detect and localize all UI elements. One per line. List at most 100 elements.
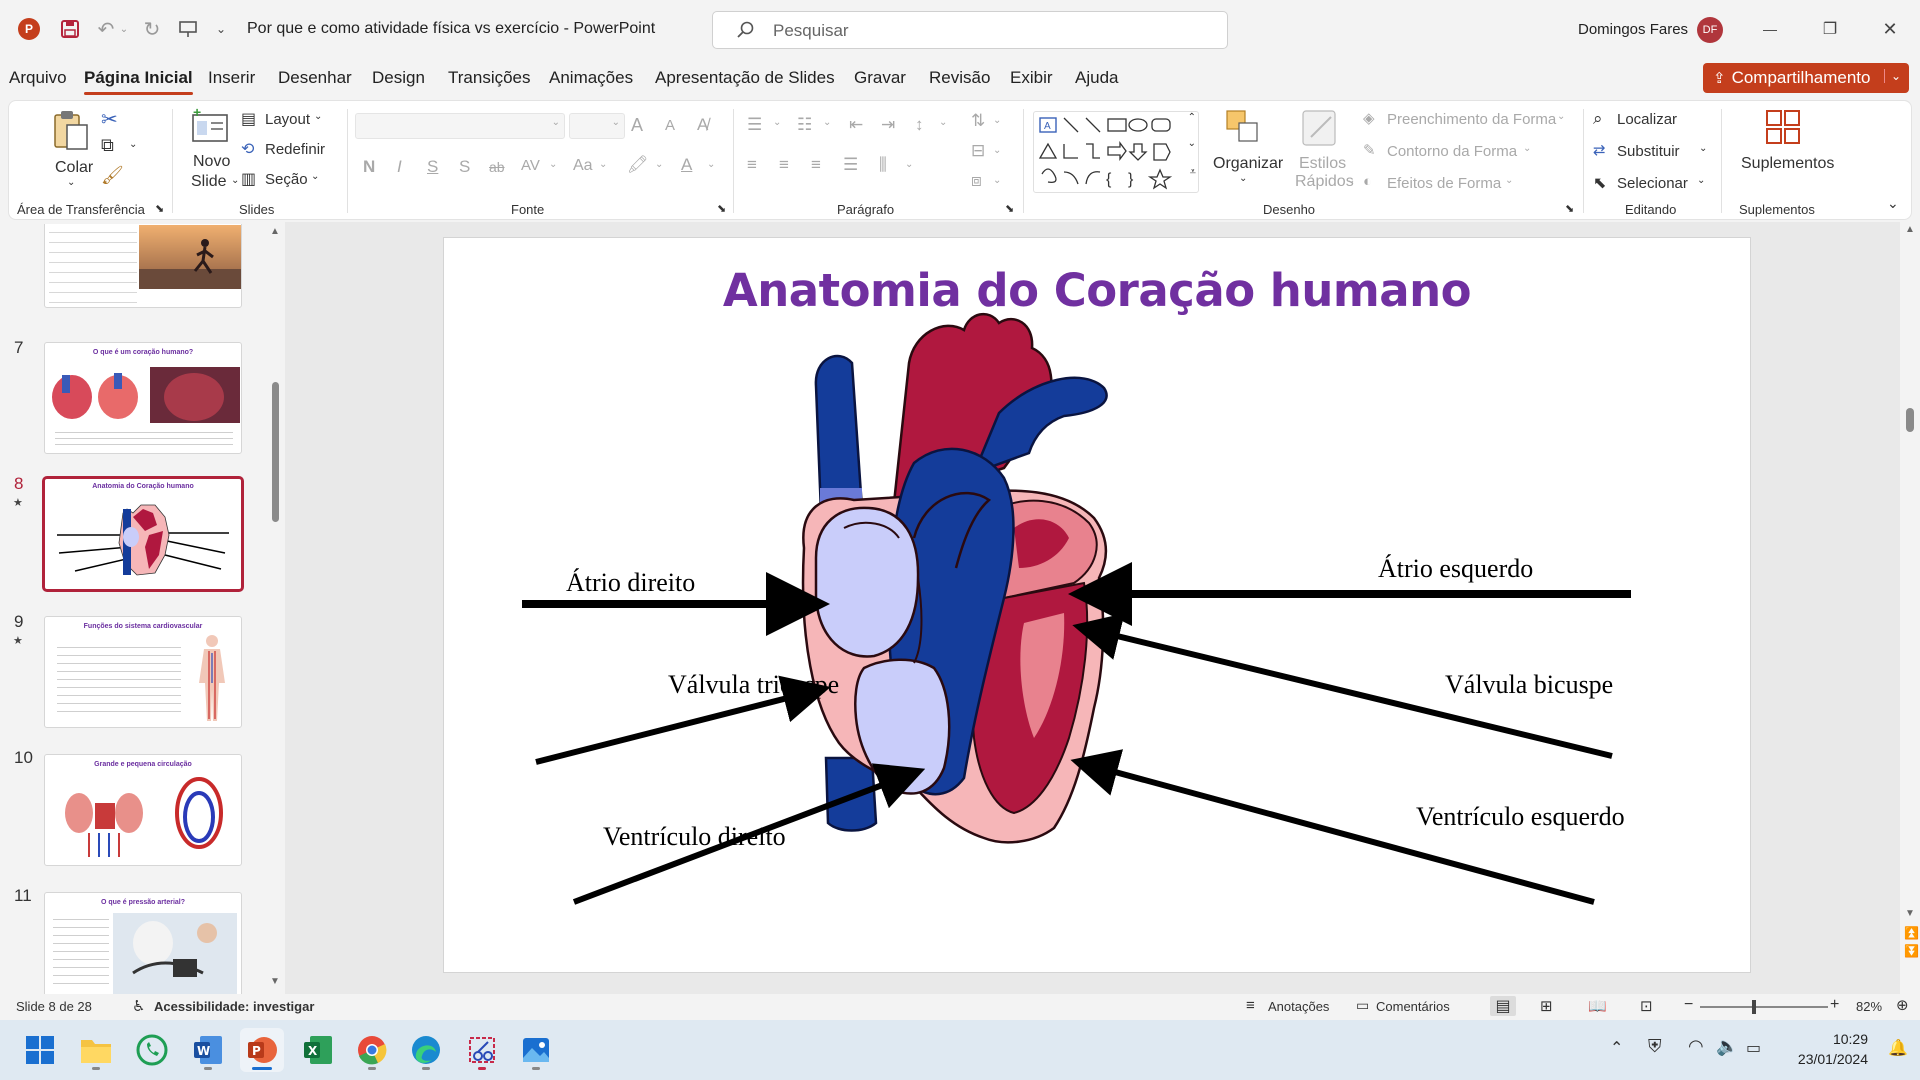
tab-apresentacao[interactable]: Apresentação de Slides <box>655 68 835 88</box>
edge-icon[interactable] <box>404 1028 448 1072</box>
char-spacing-dropdown-icon[interactable]: ⌄ <box>549 159 557 170</box>
change-case-dropdown-icon[interactable]: ⌄ <box>599 159 607 170</box>
label-atrio-direito[interactable]: Átrio direito <box>566 568 695 598</box>
tab-animacoes[interactable]: Animações <box>549 68 633 88</box>
copy-icon[interactable]: ⧉ <box>101 135 114 156</box>
maximize-icon[interactable]: ❐ <box>1815 16 1845 42</box>
bullets-icon[interactable]: ☰ <box>747 115 762 135</box>
font-color-dropdown-icon[interactable]: ⌄ <box>707 159 715 170</box>
line-spacing-dropdown-icon[interactable]: ⌄ <box>939 117 947 128</box>
battery-icon[interactable]: ▭ <box>1746 1038 1761 1058</box>
slide-counter[interactable]: Slide 8 de 28 <box>16 999 92 1014</box>
file-explorer-icon[interactable] <box>74 1028 118 1072</box>
shadow-icon[interactable]: S <box>459 157 470 177</box>
fit-slide-icon[interactable]: ⊕ <box>1896 996 1909 1014</box>
increase-indent-icon[interactable]: ⇥ <box>881 115 895 135</box>
font-launcher-icon[interactable]: ⬊ <box>717 202 726 215</box>
chrome-icon[interactable] <box>350 1028 394 1072</box>
tab-arquivo[interactable]: Arquivo <box>9 68 67 88</box>
replace-button[interactable]: ⇄ Substituir ⌄ <box>1593 141 1713 165</box>
tab-revisao[interactable]: Revisão <box>929 68 990 88</box>
shapes-gallery[interactable]: A { } ⌃ ⌄ ⩡ <box>1033 111 1199 193</box>
whatsapp-icon[interactable] <box>130 1028 174 1072</box>
share-dropdown-icon[interactable]: ⌄ <box>1883 69 1901 83</box>
bold-icon[interactable]: N <box>363 157 375 177</box>
comments-button[interactable]: Comentários <box>1376 999 1450 1014</box>
slide-8[interactable]: Anatomia do Coração humano Átrio direito… <box>443 237 1751 973</box>
slide-thumbnail-9[interactable]: Funções do sistema cardiovascular <box>44 616 242 728</box>
label-ventriculo-direito[interactable]: Ventrículo direito <box>603 822 786 852</box>
normal-view-icon[interactable]: ▤ <box>1490 996 1516 1016</box>
select-button[interactable]: ⬉ Selecionar ⌄ <box>1593 173 1713 197</box>
windows-start-icon[interactable] <box>18 1028 62 1072</box>
slide-thumbnail-7[interactable]: O que é um coração humano? <box>44 342 242 454</box>
text-direction-icon[interactable]: ⇅ <box>971 111 985 131</box>
tab-exibir[interactable]: Exibir <box>1010 68 1053 88</box>
reset-button[interactable]: ⟲ Redefinir <box>241 139 341 163</box>
clear-format-icon[interactable]: A̸ <box>697 115 708 135</box>
slideshow-view-icon[interactable]: ⊡ <box>1640 997 1653 1015</box>
quick-styles-button[interactable]: Estilos Rápidos ⌄ <box>1287 105 1357 201</box>
tab-transicoes[interactable]: Transições <box>448 68 531 88</box>
align-text-icon[interactable]: ⊟ <box>971 141 985 161</box>
line-spacing-icon[interactable]: ↕ <box>915 115 924 135</box>
columns-dropdown-icon[interactable]: ⌄ <box>905 159 913 170</box>
underline-icon[interactable]: S <box>427 157 438 177</box>
show-hidden-icons-icon[interactable]: ⌃ <box>1610 1038 1623 1058</box>
slide-thumbnail-11[interactable]: O que é pressão arterial? <box>44 892 242 994</box>
minimize-icon[interactable]: — <box>1755 16 1785 42</box>
user-name[interactable]: Domingos Fares <box>1578 21 1688 38</box>
arrange-button[interactable]: Organizar ⌄ <box>1205 105 1285 201</box>
powerpoint-taskbar-icon[interactable]: P <box>240 1028 284 1072</box>
font-size-combo[interactable]: ⌄ <box>569 113 625 139</box>
tab-gravar[interactable]: Gravar <box>854 68 906 88</box>
columns-icon[interactable]: ⫼ <box>879 155 887 175</box>
thumbnails-scrollbar[interactable]: ▲ ▼ <box>268 224 284 994</box>
highlight-icon[interactable]: 🖍 <box>627 155 649 175</box>
save-icon[interactable] <box>58 17 82 41</box>
label-valvula-bicuspe[interactable]: Válvula bicuspe <box>1445 670 1613 700</box>
bullets-dropdown-icon[interactable]: ⌄ <box>773 117 781 128</box>
security-icon[interactable]: ⛨ <box>1648 1036 1662 1057</box>
paste-button[interactable]: Colar ⌄ <box>45 107 101 193</box>
align-right-icon[interactable]: ≡ <box>811 155 821 175</box>
label-valvula-tricuspe[interactable]: Válvula tricuspe <box>668 670 839 700</box>
excel-icon[interactable]: X <box>296 1028 340 1072</box>
paragraph-launcher-icon[interactable]: ⬊ <box>1005 202 1014 215</box>
customize-toolbar-icon[interactable]: ⌄ <box>214 19 228 39</box>
clock-date[interactable]: 23/01/2024 <box>1786 1051 1868 1067</box>
thumbnails-scroll-thumb[interactable] <box>272 382 279 522</box>
close-icon[interactable]: ✕ <box>1875 16 1905 42</box>
smartart-dropdown-icon[interactable]: ⌄ <box>993 175 1001 186</box>
editor-scroll-up-icon[interactable]: ▲ <box>1905 224 1915 235</box>
zoom-level[interactable]: 82% <box>1856 999 1882 1014</box>
zoom-slider[interactable] <box>1700 1000 1828 1014</box>
thumbnails-scroll-up-icon[interactable]: ▲ <box>270 226 280 237</box>
previous-slide-icon[interactable]: ⏫ <box>1904 926 1919 940</box>
present-from-beginning-icon[interactable] <box>176 17 200 41</box>
addins-button[interactable]: Suplementos <box>1729 105 1839 201</box>
shapes-scroll-down-icon[interactable]: ⌄ <box>1188 138 1196 149</box>
numbering-dropdown-icon[interactable]: ⌄ <box>823 117 831 128</box>
change-case-icon[interactable]: Aa <box>573 157 593 175</box>
shape-fill-button[interactable]: ◈ Preenchimento da Forma ⌄ <box>1363 109 1573 131</box>
word-icon[interactable]: W <box>186 1028 230 1072</box>
search-box[interactable]: Pesquisar <box>712 11 1228 49</box>
powerpoint-logo-icon[interactable]: P <box>18 18 40 40</box>
slide-thumbnail-8[interactable]: Anatomia do Coração humano <box>42 476 244 592</box>
share-button[interactable]: ⇪ Compartilhamento ⌄ <box>1703 63 1909 93</box>
find-button[interactable]: ⌕ Localizar <box>1593 109 1703 133</box>
label-atrio-esquerdo[interactable]: Átrio esquerdo <box>1378 554 1533 584</box>
snipping-tool-icon[interactable] <box>460 1028 504 1072</box>
shapes-more-icon[interactable]: ⩡ <box>1190 166 1196 179</box>
slide-thumbnail-6[interactable] <box>44 224 242 308</box>
drawing-launcher-icon[interactable]: ⬊ <box>1565 202 1574 215</box>
slide-sorter-icon[interactable]: ⊞ <box>1540 997 1553 1015</box>
align-text-dropdown-icon[interactable]: ⌄ <box>993 145 1001 156</box>
redo-icon[interactable]: ↻ <box>140 17 164 41</box>
undo-dropdown-icon[interactable]: ⌄ <box>118 19 130 39</box>
cut-icon[interactable]: ✂ <box>101 107 118 132</box>
photos-icon[interactable] <box>514 1028 558 1072</box>
shape-effects-button[interactable]: ◐ Efeitos de Forma ⌄ <box>1363 173 1523 195</box>
smartart-icon[interactable]: ⧈ <box>971 171 982 191</box>
